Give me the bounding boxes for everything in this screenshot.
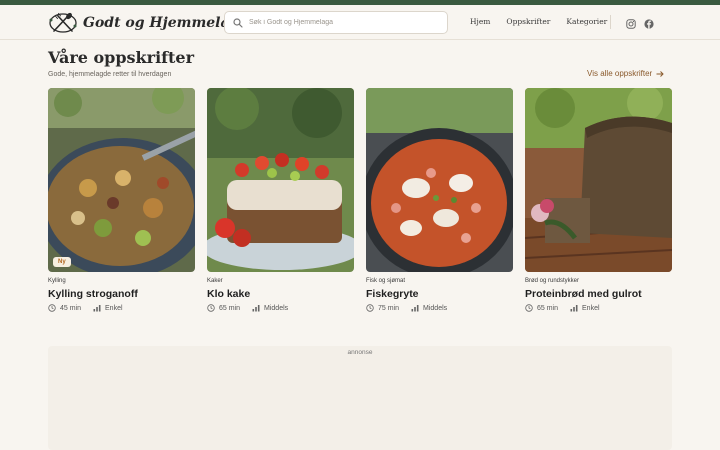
site-header: Godt og Hjemmelaga Hjem Oppskrifter Kate…: [0, 5, 720, 40]
recipe-meta: 65 min Middels: [207, 304, 300, 312]
recipe-time: 65 min: [537, 304, 559, 312]
recipe-image: [366, 88, 513, 272]
clock-icon: [525, 304, 533, 312]
search-box: [224, 11, 448, 34]
recipe-image: Ny: [48, 88, 195, 272]
search-input[interactable]: [249, 19, 439, 26]
ad-slot[interactable]: annonse: [48, 346, 672, 450]
search-icon: [233, 17, 243, 28]
recipe-card[interactable]: Ny Kylling Kylling stroganoff 45 min Enk…: [48, 88, 195, 318]
recipe-difficulty: Middels: [264, 304, 289, 312]
recipe-difficulty: Middels: [423, 304, 448, 312]
section-subtitle: Gode, hjemmelagde retter til hverdagen: [48, 71, 172, 78]
recipe-card[interactable]: Fisk og sjømat Fiskegryte 75 min Middels: [366, 88, 513, 318]
recipe-meta: 65 min Enkel: [525, 304, 612, 312]
view-all-link[interactable]: Vis alle oppskrifter: [587, 69, 664, 78]
recipe-card[interactable]: Brød og rundstykker Proteinbrød med gulr…: [525, 88, 672, 318]
site-logo[interactable]: Godt og Hjemmelaga: [48, 11, 248, 35]
recipe-time: 65 min: [219, 304, 241, 312]
nav-item-hjem[interactable]: Hjem: [470, 17, 490, 26]
difficulty-bars-icon: [411, 305, 419, 312]
recipe-image: [207, 88, 354, 272]
recipe-category: Fisk og sjømat: [366, 278, 406, 284]
utensils-icon: [49, 12, 77, 33]
clock-icon: [48, 304, 56, 312]
facebook-icon[interactable]: [644, 16, 654, 29]
recipe-category: Brød og rundstykker: [525, 278, 580, 284]
ad-label: annonse: [347, 349, 373, 356]
recipe-title[interactable]: Fiskegryte: [366, 288, 419, 300]
recipe-difficulty: Enkel: [105, 304, 123, 312]
social-links: [626, 16, 654, 29]
recipe-card[interactable]: Kaker Klo kake 65 min Middels: [207, 88, 354, 318]
nav-divider: [610, 15, 611, 29]
nav-item-kategorier[interactable]: Kategorier: [566, 17, 607, 26]
recipe-title[interactable]: Klo kake: [207, 288, 250, 300]
recipe-category: Kaker: [207, 278, 223, 284]
recipe-title[interactable]: Proteinbrød med gulrot: [525, 288, 642, 300]
recipe-time: 45 min: [60, 304, 82, 312]
difficulty-bars-icon: [252, 305, 260, 312]
main-nav: Hjem Oppskrifter Kategorier: [470, 17, 607, 26]
view-all-label: Vis alle oppskrifter: [587, 69, 653, 78]
recipe-difficulty: Enkel: [582, 304, 600, 312]
nav-item-oppskrifter[interactable]: Oppskrifter: [506, 17, 550, 26]
recipe-title[interactable]: Kylling stroganoff: [48, 288, 138, 300]
recipe-time: 75 min: [378, 304, 400, 312]
difficulty-bars-icon: [570, 305, 578, 312]
clock-icon: [366, 304, 374, 312]
section-title: Våre oppskrifter: [48, 48, 195, 67]
difficulty-bars-icon: [93, 305, 101, 312]
instagram-icon[interactable]: [626, 16, 636, 29]
clock-icon: [207, 304, 215, 312]
recipe-meta: 45 min Enkel: [48, 304, 135, 312]
arrow-right-icon: [656, 70, 664, 77]
recipe-meta: 75 min Middels: [366, 304, 459, 312]
recipe-category: Kylling: [48, 278, 66, 284]
new-badge: Ny: [53, 257, 71, 267]
recipe-image: [525, 88, 672, 272]
